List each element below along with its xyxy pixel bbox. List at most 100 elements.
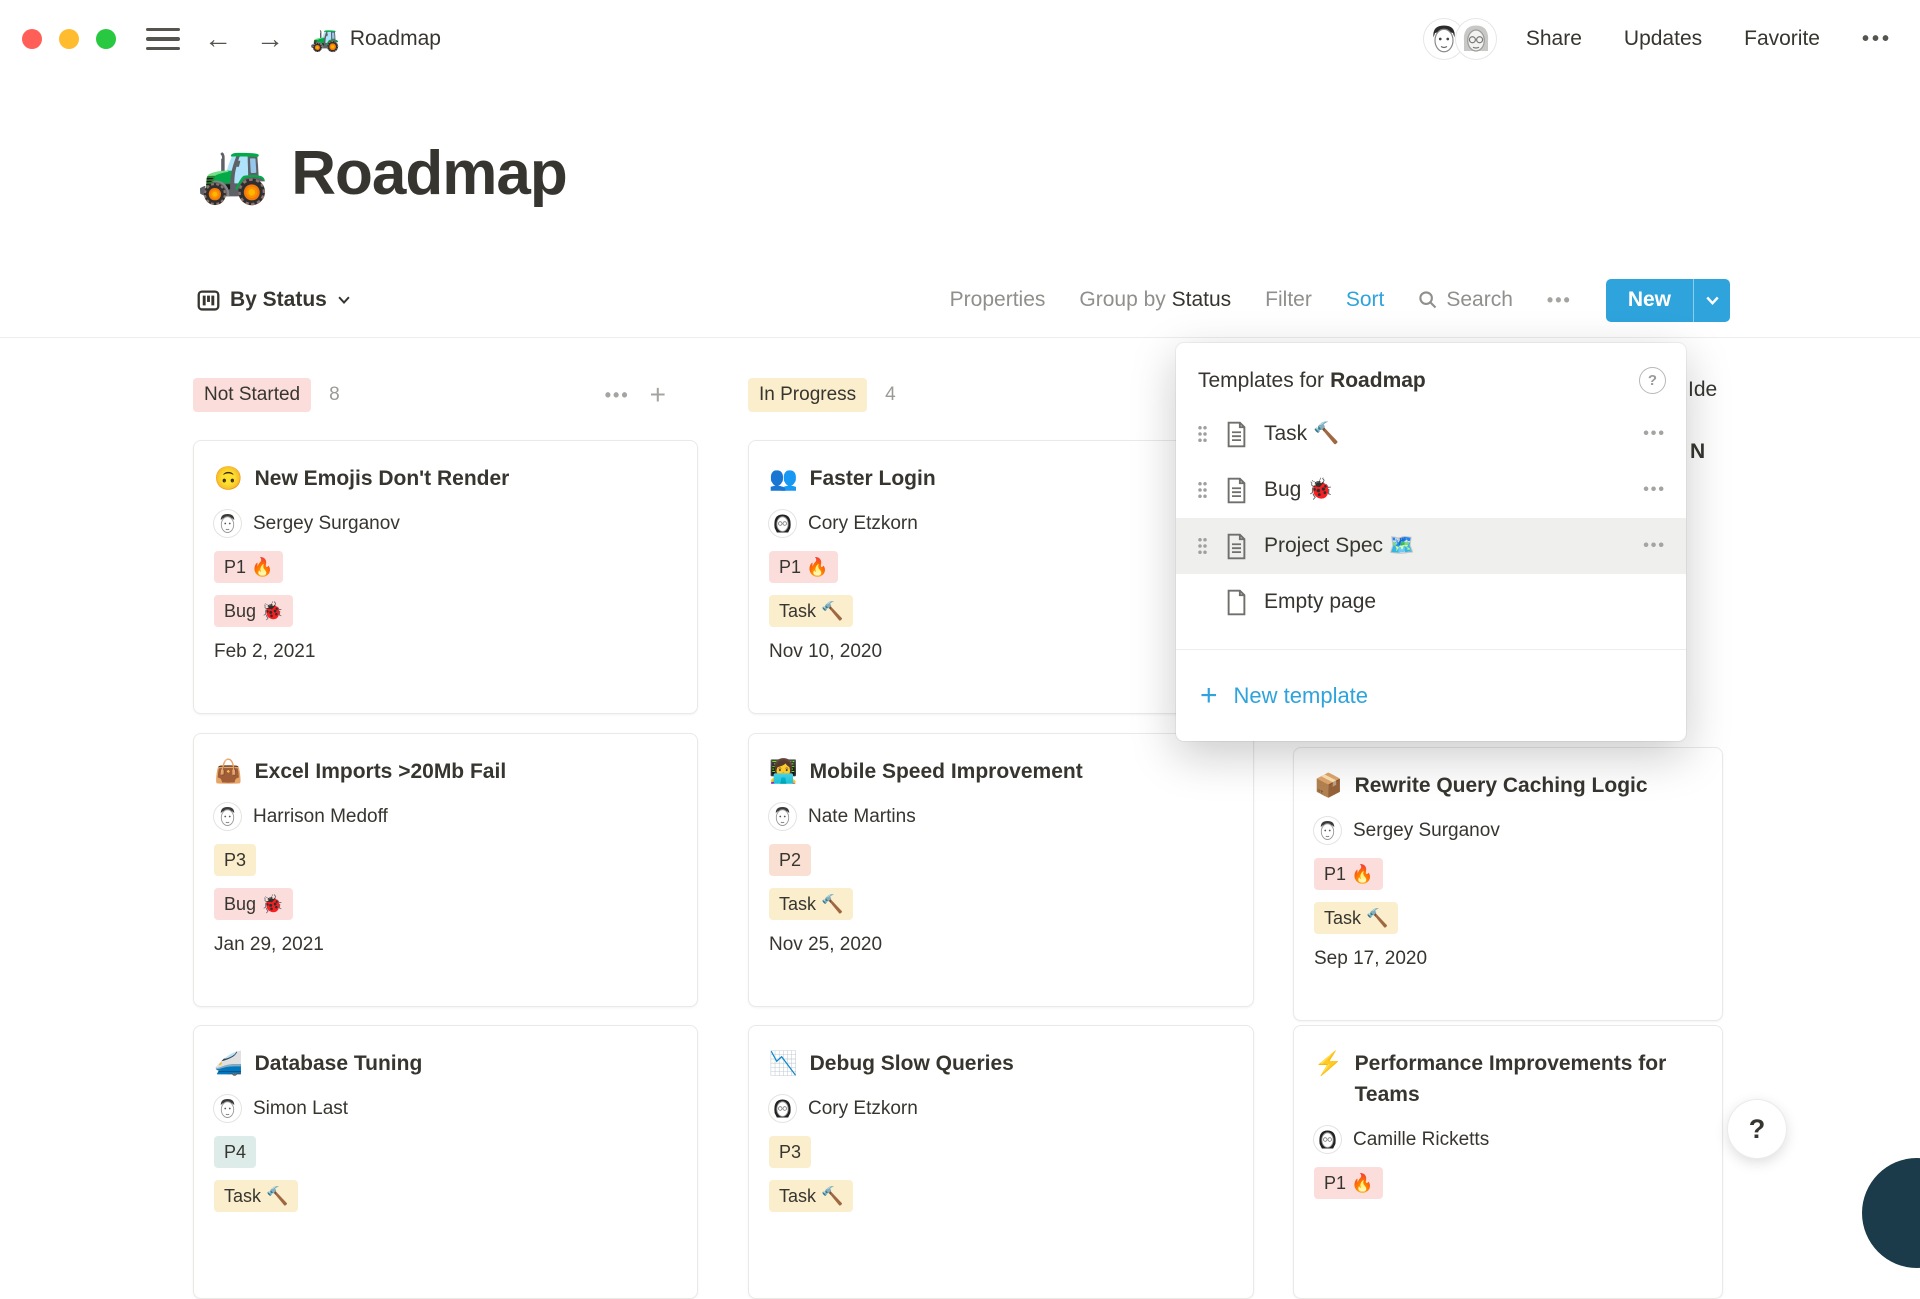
close-window-icon[interactable] (22, 29, 42, 49)
card-tag: Task 🔨 (1314, 902, 1398, 934)
card-person: Cory Etzkorn (808, 1098, 918, 1120)
updates-button[interactable]: Updates (1624, 27, 1702, 51)
page-title-block: 🚜 Roadmap (197, 138, 567, 209)
template-item-task[interactable]: Task 🔨 ••• (1176, 406, 1686, 462)
page-emoji-icon[interactable]: 🚜 (197, 140, 269, 208)
chevron-down-icon (1705, 293, 1720, 308)
column-more-icon[interactable]: ••• (605, 385, 630, 406)
card-date: Nov 25, 2020 (769, 934, 1233, 956)
column-status-badge[interactable]: Not Started (193, 378, 311, 412)
card-emoji-icon: 👩‍💻 (769, 756, 798, 786)
minimize-window-icon[interactable] (59, 29, 79, 49)
blank-page-icon (1225, 589, 1248, 616)
templates-dropdown: Templates for Roadmap ? Task 🔨 ••• Bug 🐞… (1176, 343, 1686, 741)
board-card[interactable]: 📦Rewrite Query Caching Logic Sergey Surg… (1293, 747, 1723, 1021)
collaborator-avatars[interactable] (1424, 19, 1496, 59)
board-card[interactable]: 🚄Database Tuning Simon Last P4 Task 🔨 (193, 1025, 698, 1299)
card-tag: Task 🔨 (769, 888, 853, 920)
help-circle-icon[interactable]: ? (1639, 367, 1666, 394)
template-item-empty-page[interactable]: Empty page (1176, 574, 1686, 630)
toolbar-more-icon[interactable]: ••• (1547, 290, 1572, 311)
forward-arrow-icon[interactable]: → (256, 25, 284, 53)
card-tag: P2 (769, 844, 811, 876)
sort-button[interactable]: Sort (1346, 288, 1385, 312)
chat-bubble-corner[interactable] (1862, 1158, 1920, 1268)
topbar-more-icon[interactable]: ••• (1862, 28, 1892, 51)
card-emoji-icon: 📦 (1314, 770, 1343, 800)
view-toolbar: By Status Properties Group by Status Fil… (197, 276, 1730, 324)
board-card[interactable]: ⚡Performance Improvements for Teams Cami… (1293, 1025, 1723, 1299)
card-person: Nate Martins (808, 806, 916, 828)
new-button-caret[interactable] (1694, 279, 1730, 322)
avatar (769, 510, 796, 537)
page-icon (1225, 477, 1248, 504)
properties-button[interactable]: Properties (950, 288, 1046, 312)
card-title: Excel Imports >20Mb Fail (255, 756, 507, 787)
favorite-button[interactable]: Favorite (1744, 27, 1820, 51)
zoom-window-icon[interactable] (96, 29, 116, 49)
card-tag: P1 🔥 (214, 551, 283, 583)
filter-button[interactable]: Filter (1265, 288, 1312, 312)
plus-icon: + (1200, 681, 1218, 711)
avatar (769, 1095, 796, 1122)
avatar (214, 1095, 241, 1122)
card-tag: Task 🔨 (769, 1180, 853, 1212)
new-template-button[interactable]: + New template (1176, 649, 1686, 741)
group-by-label: Group by (1079, 288, 1165, 311)
avatar (1314, 817, 1341, 844)
card-date: Sep 17, 2020 (1314, 948, 1702, 970)
clipped-card-fragment: N (1690, 440, 1705, 464)
card-tag: Bug 🐞 (214, 888, 293, 920)
card-tag: Task 🔨 (769, 595, 853, 627)
card-person: Sergey Surganov (253, 513, 400, 535)
template-item-bug[interactable]: Bug 🐞 ••• (1176, 462, 1686, 518)
card-tag: P1 🔥 (1314, 858, 1383, 890)
group-by-button[interactable]: Group by Status (1079, 288, 1231, 312)
view-switcher[interactable]: By Status (197, 288, 351, 312)
new-button-label[interactable]: New (1606, 279, 1693, 322)
breadcrumb-doc-title[interactable]: Roadmap (350, 27, 441, 51)
board-card[interactable]: 🙃New Emojis Don't Render Sergey Surganov… (193, 440, 698, 714)
avatar (1314, 1126, 1341, 1153)
toolbar-divider (0, 337, 1920, 338)
avatar (214, 510, 241, 537)
share-button[interactable]: Share (1526, 27, 1582, 51)
help-button[interactable]: ? (1728, 1100, 1786, 1158)
search-label: Search (1446, 288, 1513, 312)
column-add-icon[interactable]: + (650, 381, 666, 409)
card-person: Camille Ricketts (1353, 1129, 1489, 1151)
template-item-label: Bug 🐞 (1264, 478, 1333, 502)
template-more-icon[interactable]: ••• (1643, 481, 1666, 499)
board-card[interactable]: 👜Excel Imports >20Mb Fail Harrison Medof… (193, 733, 698, 1007)
page-title: Roadmap (291, 138, 566, 209)
new-button[interactable]: New (1606, 279, 1730, 322)
templates-dropdown-header: Templates for Roadmap ? (1176, 343, 1686, 406)
card-person: Sergey Surganov (1353, 820, 1500, 842)
card-emoji-icon: 👜 (214, 756, 243, 786)
column-status-badge[interactable]: In Progress (748, 378, 867, 412)
card-emoji-icon: 📉 (769, 1048, 798, 1078)
template-more-icon[interactable]: ••• (1643, 425, 1666, 443)
template-item-label: Project Spec 🗺️ (1264, 534, 1415, 558)
search-button[interactable]: Search (1418, 288, 1513, 312)
template-more-icon[interactable]: ••• (1643, 537, 1666, 555)
card-tag: Bug 🐞 (214, 595, 293, 627)
back-arrow-icon[interactable]: ← (204, 25, 232, 53)
card-tag: P1 🔥 (1314, 1167, 1383, 1199)
template-item-label: Empty page (1264, 590, 1376, 614)
card-tag: P3 (769, 1136, 811, 1168)
sidebar-menu-icon[interactable] (146, 28, 180, 51)
card-person: Simon Last (253, 1098, 348, 1120)
drag-handle-icon[interactable] (1196, 480, 1209, 500)
board-card[interactable]: 👩‍💻Mobile Speed Improvement Nate Martins… (748, 733, 1254, 1007)
board-card[interactable]: 📉Debug Slow Queries Cory Etzkorn P3 Task… (748, 1025, 1254, 1299)
template-item-project-spec[interactable]: Project Spec 🗺️ ••• (1176, 518, 1686, 574)
drag-handle-icon[interactable] (1196, 424, 1209, 444)
card-tag: P1 🔥 (769, 551, 838, 583)
drag-handle-icon[interactable] (1196, 536, 1209, 556)
board-column-not-started: Not Started 8 ••• + 🙃New Emojis Don't Re… (193, 375, 698, 415)
card-emoji-icon: 🙃 (214, 463, 243, 493)
column-header: Not Started 8 ••• + (193, 375, 698, 415)
group-by-value: Status (1172, 288, 1232, 311)
avatar (214, 803, 241, 830)
